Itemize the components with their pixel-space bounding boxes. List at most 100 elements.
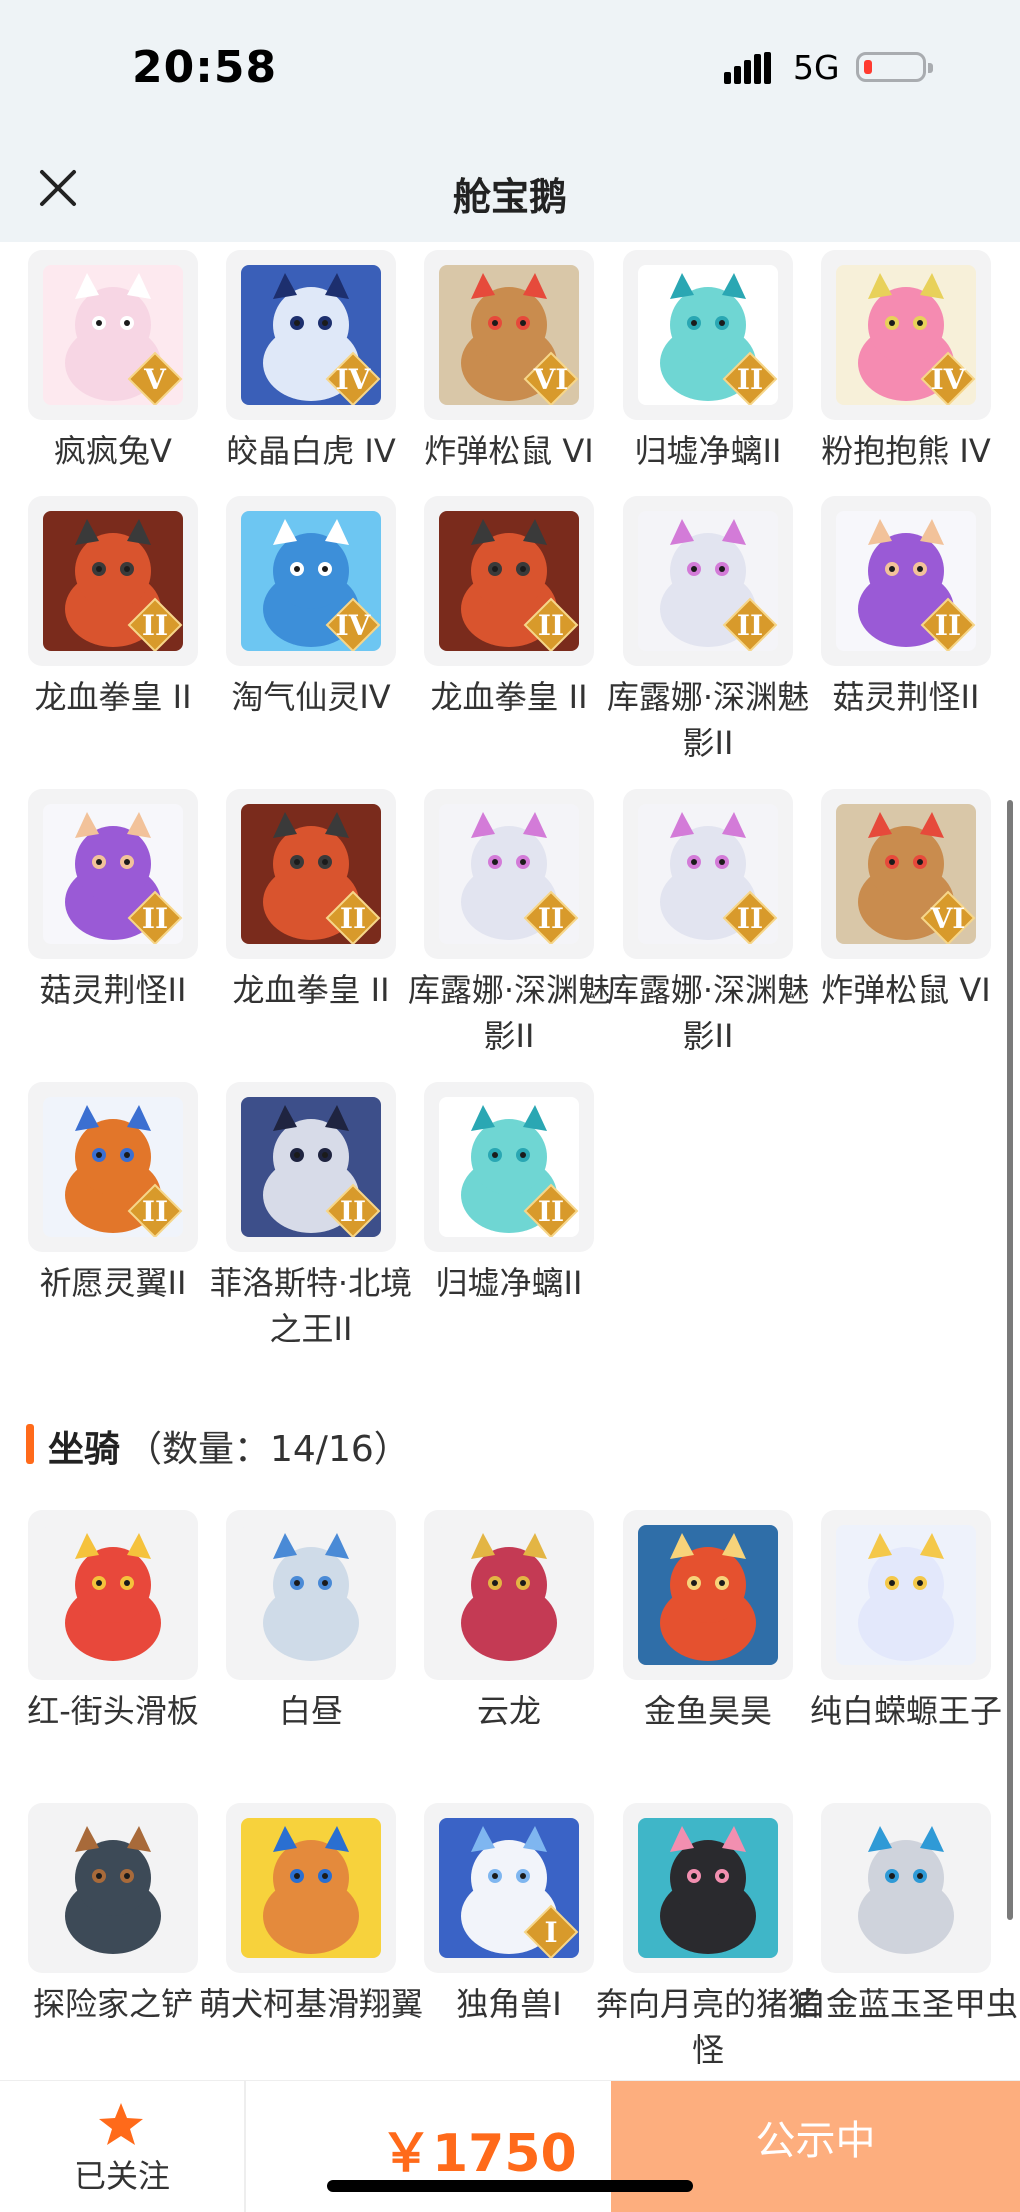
item-name: 疯疯兔V xyxy=(54,432,172,470)
dragon-icon: II xyxy=(439,1097,579,1237)
item-thumbnail[interactable]: V xyxy=(28,250,198,420)
svg-text:II: II xyxy=(935,609,961,642)
follow-button[interactable]: 已关注 xyxy=(0,2081,244,2212)
svg-text:II: II xyxy=(538,902,564,935)
item-thumbnail[interactable] xyxy=(821,1510,991,1680)
rabbit-icon: V xyxy=(43,265,183,405)
dragon-icon: II xyxy=(638,265,778,405)
item-name: 金鱼昊昊 xyxy=(643,1692,772,1730)
bird-icon: II xyxy=(43,1097,183,1237)
item-thumbnail[interactable]: II xyxy=(28,1082,198,1252)
item-thumbnail[interactable] xyxy=(623,1803,793,1973)
item-thumbnail[interactable] xyxy=(226,1803,396,1973)
svg-text:II: II xyxy=(737,609,763,642)
item-thumbnail[interactable]: II xyxy=(821,496,991,666)
item-thumbnail[interactable] xyxy=(424,1510,594,1680)
item-name: 红-街头滑板 xyxy=(27,1692,199,1730)
svg-text:II: II xyxy=(142,902,168,935)
white-beast-icon xyxy=(241,1525,381,1665)
item-thumbnail[interactable]: IV xyxy=(821,250,991,420)
section-accent-bar xyxy=(26,1424,34,1464)
svg-text:I: I xyxy=(544,1916,557,1949)
beast-icon: II xyxy=(43,511,183,651)
mounts-count: （数量：14/16） xyxy=(126,1429,410,1470)
svg-text:IV: IV xyxy=(336,363,372,396)
item-name: 炸弹松鼠 VI xyxy=(821,971,991,1009)
home-indicator[interactable] xyxy=(327,2180,693,2192)
item-name: 白昼 xyxy=(278,1692,343,1730)
item-name: 萌犬柯基滑翔翼 xyxy=(198,1985,423,2023)
squirrel-icon: VI xyxy=(439,265,579,405)
item-name: 云龙 xyxy=(476,1692,541,1730)
item-thumbnail[interactable]: II xyxy=(226,789,396,959)
item-thumbnail[interactable] xyxy=(28,1803,198,1973)
svg-text:VI: VI xyxy=(533,363,569,396)
item-thumbnail[interactable] xyxy=(623,1510,793,1680)
squirrel-icon: VI xyxy=(836,804,976,944)
shovel-icon xyxy=(43,1818,183,1958)
svg-text:II: II xyxy=(142,1195,168,1228)
item-name: 库露娜·深渊魅影II xyxy=(606,678,810,762)
item-thumbnail[interactable]: VI xyxy=(424,250,594,420)
item-thumbnail[interactable]: I xyxy=(424,1803,594,1973)
svg-text:II: II xyxy=(340,902,366,935)
item-thumbnail[interactable]: II xyxy=(28,496,198,666)
item-thumbnail[interactable]: II xyxy=(226,1082,396,1252)
svg-text:II: II xyxy=(737,363,763,396)
item-thumbnail[interactable]: VI xyxy=(821,789,991,959)
beast-icon: II xyxy=(439,511,579,651)
item-name: 龙血拳皇 II xyxy=(232,971,390,1009)
item-name: 奔向月亮的猪猪怪 xyxy=(595,1985,820,2069)
item-thumbnail[interactable]: IV xyxy=(226,250,396,420)
item-name: 龙血拳皇 II xyxy=(34,678,192,716)
network-type: 5G xyxy=(793,48,840,87)
svg-text:II: II xyxy=(538,1195,564,1228)
scrollbar[interactable] xyxy=(1007,800,1013,1920)
svg-text:II: II xyxy=(538,609,564,642)
phantom-icon: II xyxy=(638,804,778,944)
item-name: 粉抱抱熊 IV xyxy=(821,432,991,470)
svg-text:V: V xyxy=(143,363,167,396)
item-thumbnail[interactable]: II xyxy=(424,1082,594,1252)
frost-king-icon: II xyxy=(241,1097,381,1237)
item-name: 白金蓝玉圣甲虫 xyxy=(793,1985,1018,2023)
corgi-icon xyxy=(241,1818,381,1958)
goldfish-icon xyxy=(638,1525,778,1665)
status-button[interactable]: 公示中 xyxy=(611,2081,1020,2212)
page-title: 舱宝鹅 xyxy=(452,175,567,219)
item-thumbnail[interactable]: II xyxy=(424,789,594,959)
item-name: 淘气仙灵IV xyxy=(231,678,391,716)
item-thumbnail[interactable]: II xyxy=(28,789,198,959)
item-name: 归墟净螭II xyxy=(435,1264,583,1302)
pig-icon xyxy=(638,1818,778,1958)
svg-text:II: II xyxy=(142,609,168,642)
item-name: 探险家之铲 xyxy=(32,1985,193,2023)
item-name: 归墟净螭II xyxy=(634,432,782,470)
item-thumbnail[interactable] xyxy=(821,1803,991,1973)
item-thumbnail[interactable]: IV xyxy=(226,496,396,666)
item-thumbnail[interactable] xyxy=(226,1510,396,1680)
item-thumbnail[interactable]: II xyxy=(623,250,793,420)
item-name: 库露娜·深渊魅影II xyxy=(606,971,810,1055)
item-name: 皎晶白虎 IV xyxy=(226,432,396,470)
item-thumbnail[interactable] xyxy=(28,1510,198,1680)
skateboard-icon xyxy=(43,1525,183,1665)
beast-icon: II xyxy=(241,804,381,944)
item-thumbnail[interactable]: II xyxy=(623,789,793,959)
svg-text:IV: IV xyxy=(336,609,372,642)
svg-text:IV: IV xyxy=(931,363,967,396)
item-name: 炸弹松鼠 VI xyxy=(424,432,594,470)
item-name: 菲洛斯特·北境之王II xyxy=(209,1264,413,1348)
item-thumbnail[interactable]: II xyxy=(623,496,793,666)
svg-text:II: II xyxy=(340,1195,366,1228)
item-name: 独角兽I xyxy=(456,1985,562,2023)
item-name: 纯白蝾螈王子 xyxy=(809,1692,1002,1730)
axolotl-icon xyxy=(836,1525,976,1665)
unicorn-icon: I xyxy=(439,1818,579,1958)
mushroom-icon: II xyxy=(43,804,183,944)
item-thumbnail[interactable]: II xyxy=(424,496,594,666)
battery-icon xyxy=(856,52,933,82)
star-icon xyxy=(99,2103,143,2145)
cloud-dragon-icon xyxy=(439,1525,579,1665)
status-time: 20:58 xyxy=(132,42,278,93)
